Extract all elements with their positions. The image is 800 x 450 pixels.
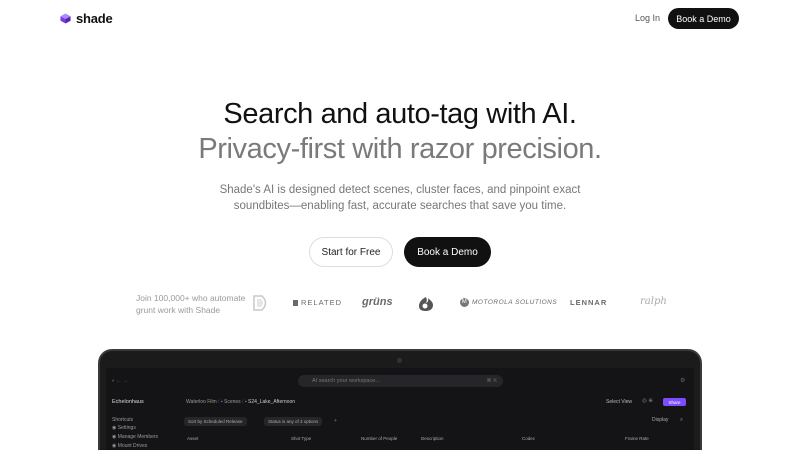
share-button[interactable]: Share — [663, 398, 686, 406]
cube-icon — [60, 13, 71, 24]
column-header-shot-type[interactable]: Shot Type — [291, 436, 311, 441]
top-nav: shade Log In Book a Demo — [0, 0, 800, 38]
folder-icon: ▪ — [244, 399, 247, 405]
breadcrumb-item[interactable]: S24_Lake_Afternoon — [248, 399, 295, 405]
search-icon[interactable]: ⌕ — [680, 417, 683, 424]
hero-subtitle: Privacy-first with razor precision. — [198, 133, 602, 165]
search-shortcut-hint: ⌘ K — [486, 378, 497, 384]
drive-icon: ◉ — [112, 443, 117, 449]
camera-dot — [397, 358, 402, 363]
sort-filter-pill[interactable]: Sort by Scheduled Release — [184, 417, 247, 426]
sidebar-item-manage-members[interactable]: ◉ Manage Members — [112, 434, 158, 440]
ai-search-input[interactable]: AI search your workspace... ⌘ K — [298, 375, 503, 387]
social-proof-text: Join 100,000+ who automate grunt work wi… — [136, 292, 256, 316]
hero-description-line2: soundbites—enabling fast, accurate searc… — [233, 200, 567, 212]
brand-related: RELATED — [293, 298, 342, 307]
related-mark-icon — [293, 299, 298, 306]
select-view-button[interactable]: Select View — [606, 399, 632, 405]
column-header-frame-rate[interactable]: Frame Rate — [625, 436, 649, 441]
column-header-codec[interactable]: Codec — [522, 436, 535, 441]
column-header-description[interactable]: Description — [421, 436, 444, 441]
column-header-number-of-people[interactable]: Number of People — [361, 436, 397, 441]
breadcrumb-item[interactable]: Waterloo Film — [186, 399, 217, 405]
hero-description: Shade's AI is designed detect scenes, cl… — [0, 182, 800, 214]
social-proof-line1: Join 100,000+ who automate — [136, 293, 246, 303]
status-filter-pill[interactable]: Status is any of 3 options — [264, 417, 323, 426]
sidebar-item-mount-drives[interactable]: ◉ Mount Drives — [112, 443, 147, 449]
brand-ralph: ralph — [640, 296, 667, 307]
flames-logo-icon — [419, 297, 433, 311]
display-button[interactable]: Display — [652, 417, 668, 423]
brand-motorola: M MOTOROLA SOLUTIONS — [460, 298, 558, 307]
members-icon: ◉ — [112, 434, 117, 440]
breadcrumb: Waterloo Film / ▪ Scenes / ▪ S24_Lake_Af… — [186, 399, 296, 405]
add-filter-icon[interactable]: + — [334, 418, 337, 424]
hero-description-line1: Shade's AI is designed detect scenes, cl… — [219, 184, 581, 196]
brand-gruns: grüns — [362, 296, 393, 308]
folder-icon: ▪ — [220, 399, 223, 405]
hero-title: Search and auto-tag with AI. — [223, 98, 577, 130]
book-demo-button[interactable]: Book a Demo — [404, 237, 491, 267]
app-settings-icon[interactable]: ⚙ — [680, 377, 685, 384]
start-free-button[interactable]: Start for Free — [309, 237, 393, 267]
shortcuts-heading: Shortcuts — [112, 417, 134, 423]
view-icons[interactable]: ◎ ⊕ — [642, 398, 653, 404]
settings-icon: ◉ — [112, 425, 117, 431]
login-link[interactable]: Log In — [635, 13, 660, 23]
motorola-m-icon: M — [460, 298, 469, 307]
book-demo-nav-button[interactable]: Book a Demo — [668, 8, 739, 29]
ai-search-placeholder: AI search your workspace... — [312, 378, 380, 384]
brand-logo[interactable]: shade — [60, 11, 113, 26]
sidebar-item-settings[interactable]: ◉ Settings — [112, 425, 136, 431]
window-nav-controls: ◐ ← → — [112, 378, 128, 384]
column-header-asset[interactable]: Asset — [187, 436, 198, 441]
breadcrumb-item[interactable]: Scenes — [224, 399, 241, 405]
brand-name: shade — [76, 11, 113, 26]
brand-lennar: LENNAR — [570, 298, 608, 307]
workspace-name[interactable]: Echelonhaus — [112, 399, 144, 405]
social-proof-line2: grunt work with Shade — [136, 305, 221, 315]
brand-logo-fade — [253, 295, 267, 311]
app-screenshot: ◐ ← → AI search your workspace... ⌘ K ⚙ … — [106, 368, 694, 450]
